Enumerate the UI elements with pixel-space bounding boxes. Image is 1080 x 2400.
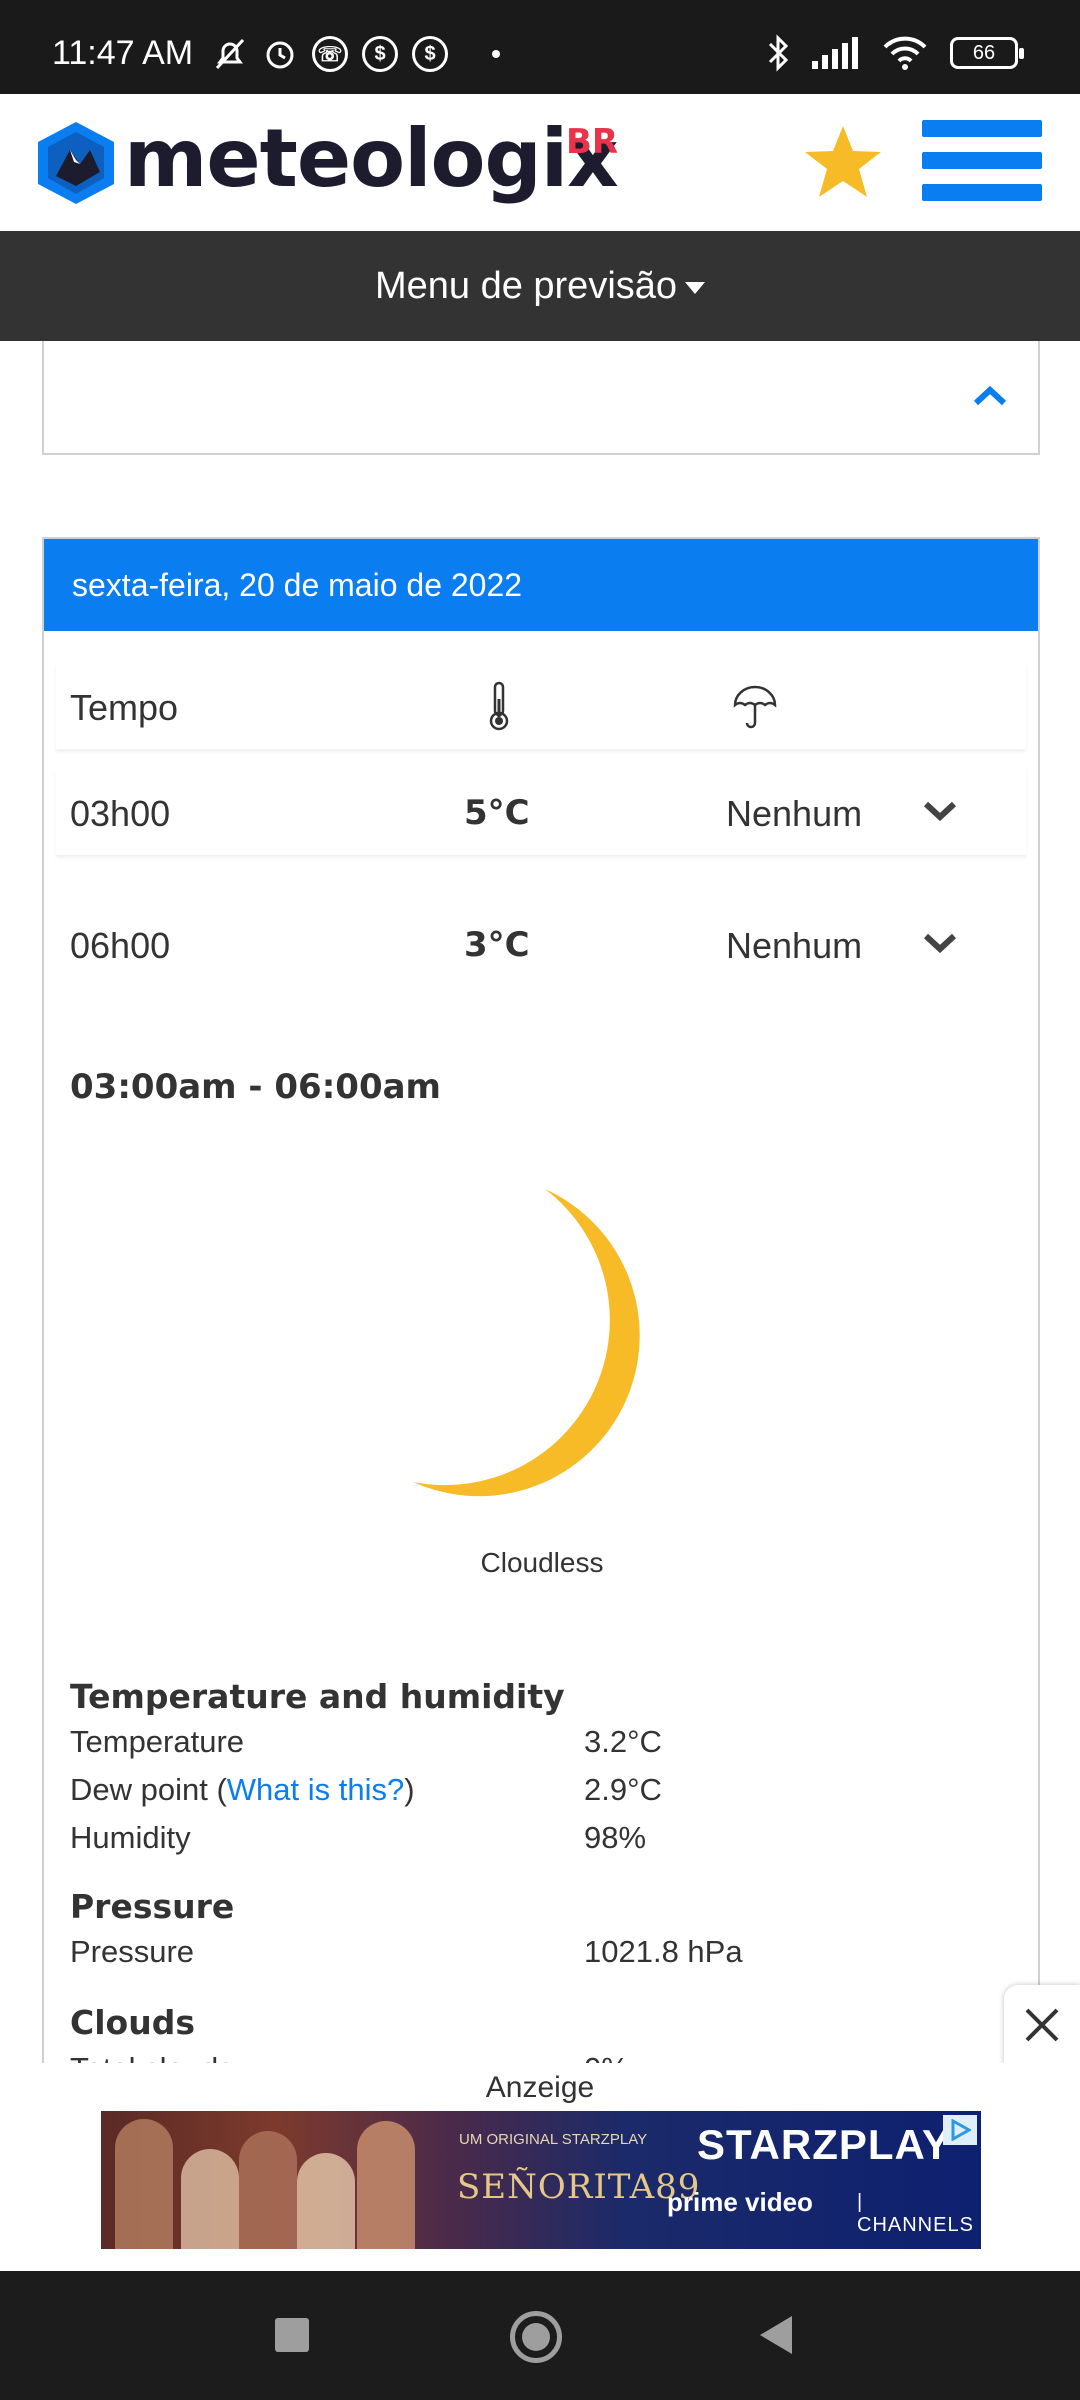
signal-icon [812, 37, 858, 69]
forecast-menu-button[interactable]: Menu de previsão [0, 231, 1080, 341]
table-header-row: Tempo [56, 663, 1026, 749]
close-icon [1025, 2008, 1059, 2042]
star-icon[interactable] [802, 124, 884, 200]
dew-point-value: 2.9°C [584, 1772, 662, 1807]
hamburger-icon[interactable] [922, 120, 1042, 202]
chevron-up-icon[interactable] [972, 383, 1008, 407]
ad-title: SEÑORITA89 [457, 2167, 701, 2207]
forecast-menu-label: Menu de previsão [374, 264, 678, 307]
ad-figure [297, 2153, 355, 2249]
day-date-header: sexta-feira, 20 de maio de 2022 [44, 539, 1038, 631]
ad-choices-icon[interactable] [943, 2115, 977, 2145]
close-ad-button[interactable] [1004, 1985, 1080, 2065]
ad-banner[interactable]: UM ORIGINAL STARZPLAY SEÑORITA89 STARZPL… [101, 2111, 981, 2249]
forecast-precipitation: Nenhum [726, 925, 863, 966]
forecast-row[interactable]: 06h00 3°C Nenhum [56, 901, 1026, 987]
ad-area: Anzeige UM ORIGINAL STARZPLAY SEÑORITA89… [0, 2063, 1080, 2271]
ad-brand: STARZPLAY [697, 2121, 952, 2168]
forecast-time: 06h00 [70, 925, 171, 966]
recents-button[interactable] [275, 2318, 309, 2352]
status-time: 11:47 AM [52, 34, 194, 72]
site-header: meteologix BR [0, 94, 1080, 231]
site-region: BR [566, 122, 619, 162]
humidity-value: 98% [584, 1820, 647, 1855]
bluetooth-icon [768, 34, 789, 72]
battery-icon: 66 [950, 37, 1024, 69]
umbrella-icon [733, 685, 777, 729]
back-button[interactable] [760, 2316, 792, 2354]
more-notifications-dot [492, 50, 500, 58]
caret-down-icon [685, 282, 706, 294]
ad-sub2: | CHANNELS [857, 2191, 974, 2236]
temperature-value: 3.2°C [584, 1724, 662, 1759]
site-logo-text[interactable]: meteologix [124, 112, 619, 205]
meteologix-logo-icon[interactable] [36, 120, 116, 206]
humidity-label: Humidity [70, 1820, 191, 1855]
thermometer-icon [489, 681, 509, 731]
forecast-time: 03h00 [70, 793, 171, 834]
forecast-precipitation: Nenhum [726, 793, 863, 834]
collapsed-panel [42, 341, 1040, 455]
ad-label: Anzeige [485, 2071, 595, 2104]
dew-point-row: Dew point (What is this?) [70, 1772, 415, 1807]
day-forecast-card: sexta-feira, 20 de maio de 2022 Tempo 03… [42, 537, 1040, 2086]
system-icons: 66 [766, 34, 1024, 72]
section-title: Pressure [70, 1887, 235, 1926]
forecast-temperature: 5°C [464, 793, 530, 833]
whatsapp-icon: ☏ [312, 36, 348, 72]
dollar-icon: $ [412, 36, 448, 72]
moon-icon [258, 911, 309, 976]
condition-label: Cloudless [480, 1547, 604, 1578]
ad-figure [357, 2121, 415, 2249]
temperature-label: Temperature [70, 1724, 245, 1759]
pressure-value: 1021.8 hPa [584, 1934, 743, 1969]
system-nav-bar [0, 2271, 1080, 2400]
pressure-label: Pressure [70, 1934, 195, 1969]
period-title: 03:00am - 06:00am [70, 1067, 441, 1107]
section-title: Temperature and humidity [70, 1677, 565, 1716]
forecast-row[interactable]: 03h00 5°C Nenhum [56, 769, 1026, 855]
dew-point-label: Dew point [70, 1772, 208, 1807]
section-title: Clouds [70, 2003, 195, 2042]
chevron-down-icon[interactable] [922, 931, 958, 955]
dew-point-help-link[interactable]: What is this? [227, 1772, 404, 1807]
ad-figure [181, 2149, 239, 2249]
moon-icon [413, 1189, 640, 1497]
ad-figure [239, 2131, 297, 2249]
wifi-icon [883, 36, 927, 70]
alarm-icon [266, 41, 294, 69]
notification-icons: ☏ $ $ [212, 36, 500, 72]
dollar-icon: $ [362, 36, 398, 72]
forecast-temperature: 3°C [464, 925, 530, 965]
ad-figure [115, 2119, 173, 2249]
status-bar: 11:47 AM ☏ $ $ 66 [0, 0, 1080, 94]
ad-sub: prime video [667, 2187, 813, 2217]
chevron-down-icon[interactable] [922, 799, 958, 823]
moon-icon [258, 779, 309, 844]
mute-bell-icon [215, 38, 245, 70]
home-button[interactable] [510, 2311, 562, 2363]
time-column-header: Tempo [70, 687, 179, 728]
ad-small-text: UM ORIGINAL STARZPLAY [459, 2131, 648, 2148]
